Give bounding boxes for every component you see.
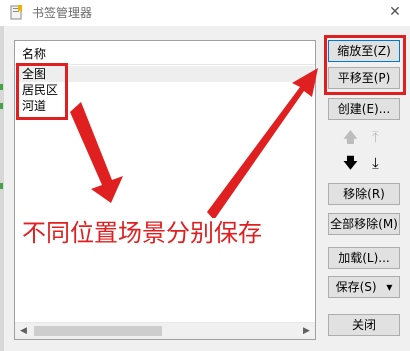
horizontal-scrollbar[interactable]: ◀ ▶ — [15, 322, 315, 339]
scroll-right-icon[interactable]: ▶ — [298, 323, 315, 339]
annotation-box-buttons — [324, 35, 406, 95]
move-down-icon[interactable]: 🡇 — [341, 154, 360, 173]
remove-button[interactable]: 移除(R) — [328, 183, 400, 205]
scrollbar-thumb[interactable] — [34, 326, 162, 336]
annotation-box-list — [16, 63, 68, 120]
app-icon — [10, 5, 22, 20]
move-up-icon[interactable]: 🡅 — [341, 128, 360, 147]
name-column-label: 名称 — [22, 47, 47, 61]
move-to-top-icon[interactable]: ⤒ — [366, 128, 385, 147]
annotation-caption: 不同位置场景分别保存 — [22, 218, 262, 248]
close-window-button[interactable]: ✕ — [380, 0, 410, 26]
close-icon: ✕ — [389, 4, 401, 20]
load-button[interactable]: 加载(L)... — [328, 247, 400, 269]
save-button-label: 保存(S) — [335, 280, 377, 294]
chevron-down-icon[interactable]: ▾ — [386, 280, 392, 294]
remove-all-button[interactable]: 全部移除(M) — [328, 213, 400, 235]
window-title: 书签管理器 — [32, 6, 93, 20]
title-bar: 书签管理器 ✕ — [0, 0, 410, 26]
save-button[interactable]: 保存(S) ▾ — [328, 276, 400, 298]
close-button[interactable]: 关闭 — [328, 314, 400, 336]
scroll-left-icon[interactable]: ◀ — [15, 323, 32, 339]
list-column-header[interactable]: 名称 — [15, 41, 315, 65]
background-window-marker — [0, 183, 3, 189]
bookmark-manager-window: 书签管理器 ✕ 名称 全图 居民区 河道 ◀ ▶ 缩放至(Z) 平移至(P) 创… — [0, 0, 410, 351]
background-window-marker — [0, 103, 3, 109]
create-button[interactable]: 创建(E)... — [328, 98, 400, 120]
background-window-marker — [0, 84, 3, 90]
move-to-bottom-icon[interactable]: ⤓ — [366, 154, 385, 173]
